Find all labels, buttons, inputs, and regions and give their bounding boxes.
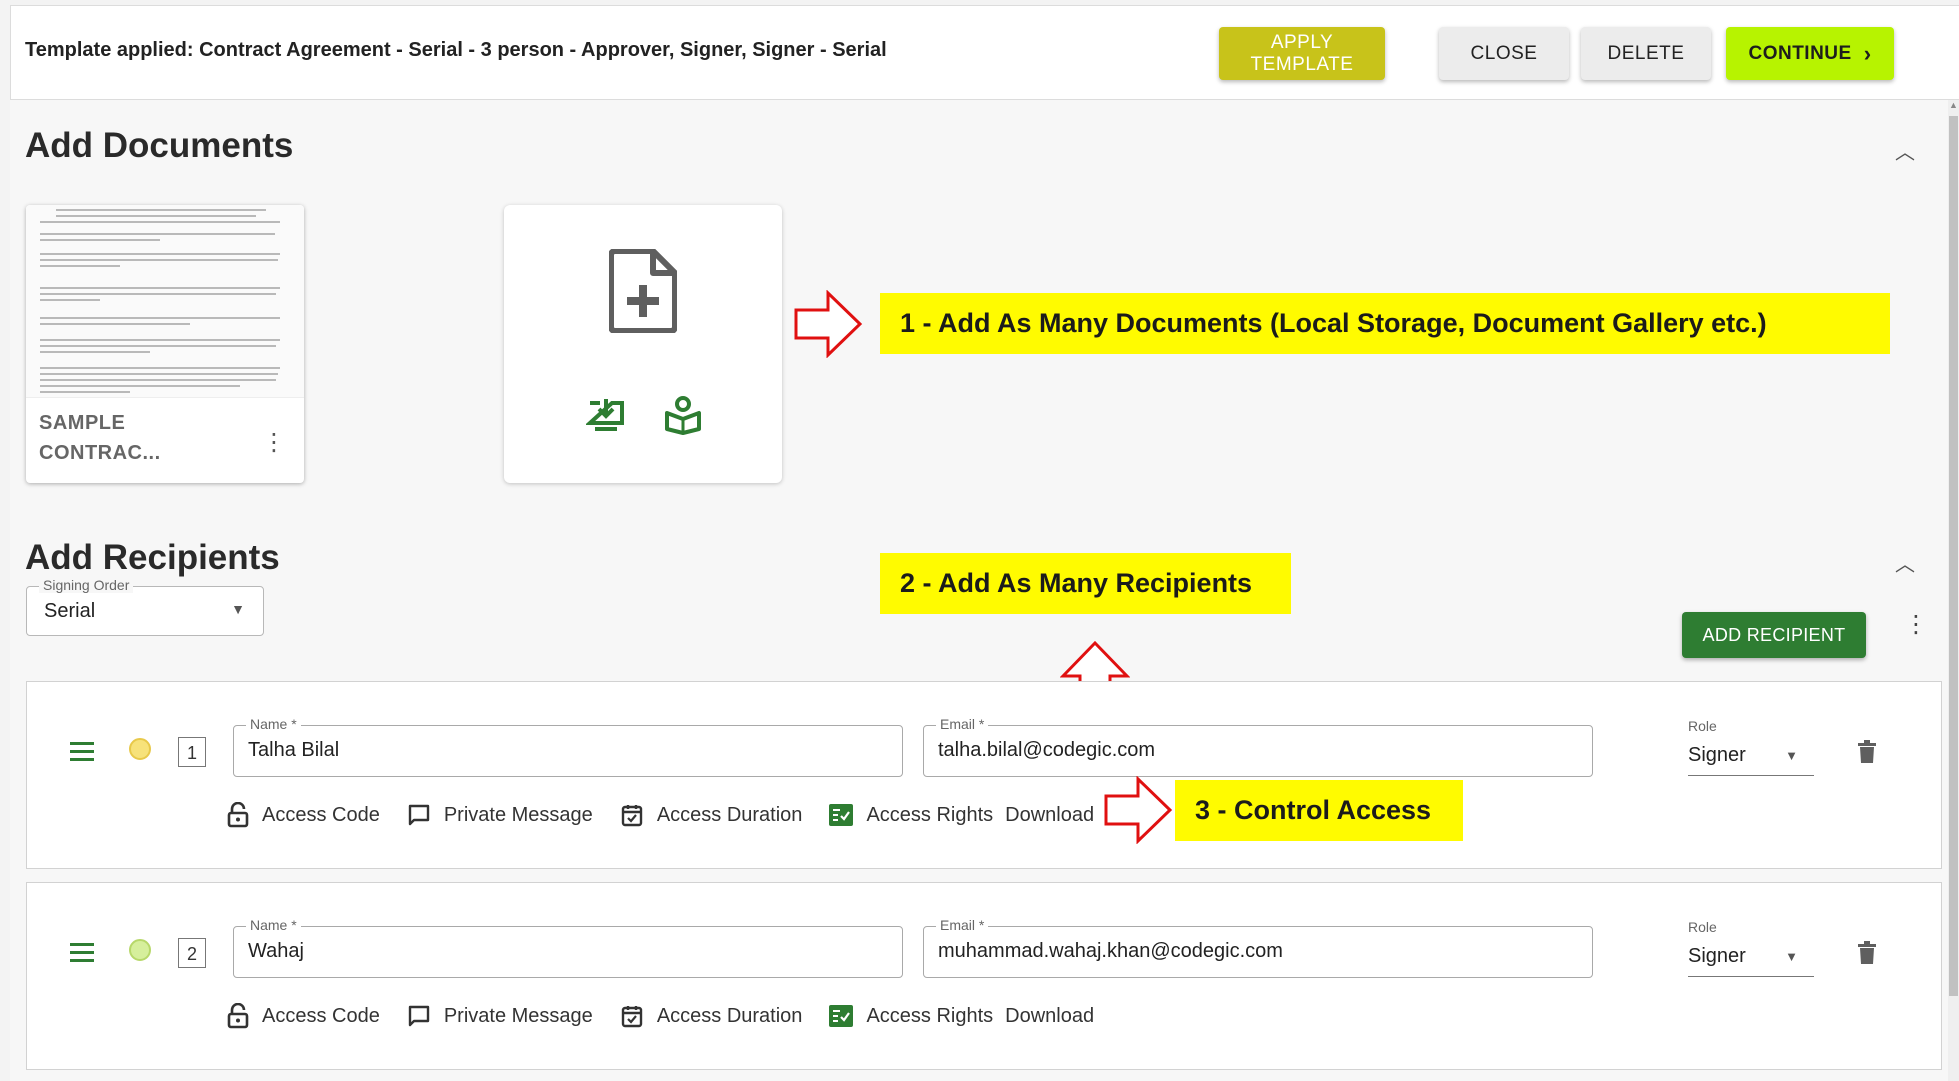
access-code-label: Access Code xyxy=(262,803,380,826)
status-indicator xyxy=(129,738,151,760)
email-value: talha.bilal@codegic.com xyxy=(938,739,1156,761)
document-name-line2: CONTRAC... xyxy=(39,442,161,464)
role-value: Signer xyxy=(1688,945,1746,967)
add-document-card xyxy=(504,205,782,483)
annotation-callout-1: 1 - Add As Many Documents (Local Storage… xyxy=(880,293,1890,354)
access-code-option[interactable]: Access Code xyxy=(227,1003,380,1029)
recipient-name-field[interactable]: Name * Talha Bilal xyxy=(233,716,903,777)
lock-open-icon xyxy=(227,1003,249,1029)
rights-check-icon xyxy=(829,1005,854,1027)
dropdown-arrow-icon: ▼ xyxy=(231,601,245,617)
role-label: Role xyxy=(1688,718,1717,734)
document-thumbnail xyxy=(26,205,304,398)
role-value: Signer xyxy=(1688,744,1746,766)
template-applied-text: Template applied: Contract Agreement - S… xyxy=(25,39,887,61)
signing-order-select[interactable]: Signing Order Serial ▼ xyxy=(26,577,264,636)
name-value: Talha Bilal xyxy=(248,739,340,761)
name-label: Name * xyxy=(246,917,301,933)
continue-button-label: CONTINUE xyxy=(1748,42,1852,64)
dropdown-arrow-icon: ▼ xyxy=(1785,748,1798,763)
access-duration-label: Access Duration xyxy=(656,803,803,826)
scroll-up-icon[interactable]: ▲ xyxy=(1948,100,1959,112)
document-gallery-icon[interactable] xyxy=(664,395,702,440)
file-add-icon[interactable] xyxy=(608,248,678,338)
recipient-order: 1 xyxy=(178,737,206,767)
access-rights-label: Access Rights xyxy=(866,1004,994,1027)
annotation-arrow-right-3 xyxy=(1104,775,1174,849)
role-select[interactable]: Signer ▼ xyxy=(1688,740,1814,776)
apply-template-button[interactable]: APPLY TEMPLATE xyxy=(1219,27,1385,80)
calendar-check-icon xyxy=(620,803,644,827)
name-value: Wahaj xyxy=(248,940,304,962)
access-duration-label: Access Duration xyxy=(656,1004,803,1027)
private-message-label: Private Message xyxy=(443,1004,593,1027)
add-recipients-title: Add Recipients xyxy=(25,538,280,577)
continue-button[interactable]: CONTINUE › xyxy=(1726,27,1894,80)
recipient-email-field[interactable]: Email * muhammad.wahaj.khan@codegic.com xyxy=(923,917,1593,978)
close-button[interactable]: CLOSE xyxy=(1439,27,1569,80)
recipients-more-icon[interactable]: ⋮ xyxy=(1904,613,1928,637)
signing-order-value: Serial xyxy=(44,600,96,622)
dropdown-arrow-icon: ▼ xyxy=(1785,949,1798,964)
document-more-icon[interactable]: ⋮ xyxy=(262,431,286,455)
access-duration-option[interactable]: Access Duration xyxy=(620,803,803,827)
scrollbar-thumb[interactable] xyxy=(1949,116,1958,996)
private-message-option[interactable]: Private Message xyxy=(407,1004,593,1028)
download-option[interactable]: Download xyxy=(1005,1005,1094,1028)
role-label: Role xyxy=(1688,919,1717,935)
status-indicator xyxy=(129,939,151,961)
annotation-callout-2: 2 - Add As Many Recipients xyxy=(880,553,1291,614)
private-message-label: Private Message xyxy=(443,803,593,826)
lock-open-icon xyxy=(227,802,249,828)
message-icon xyxy=(407,803,431,827)
name-label: Name * xyxy=(246,716,301,732)
access-rights-option[interactable]: Access Rights xyxy=(829,804,1005,827)
access-rights-label: Access Rights xyxy=(866,803,994,826)
access-options-row: Access Code Private Message Access Durat… xyxy=(227,1001,1094,1031)
access-rights-option[interactable]: Access Rights xyxy=(829,1005,1005,1028)
download-option[interactable]: Download xyxy=(1005,804,1094,827)
recipient-name-field[interactable]: Name * Wahaj xyxy=(233,917,903,978)
delete-button[interactable]: DELETE xyxy=(1581,27,1711,80)
document-name: SAMPLE CONTRAC... xyxy=(39,408,239,468)
message-icon xyxy=(407,1004,431,1028)
document-name-line1: SAMPLE xyxy=(39,412,126,434)
document-card[interactable]: SAMPLE CONTRAC... ⋮ xyxy=(26,205,304,483)
collapse-documents-icon[interactable]: ︿ xyxy=(1890,136,1920,165)
private-message-option[interactable]: Private Message xyxy=(407,803,593,827)
rights-check-icon xyxy=(829,804,854,826)
email-label: Email * xyxy=(936,917,989,933)
vertical-scrollbar[interactable]: ▲ xyxy=(1948,100,1959,1081)
recipient-card-2: 2 Name * Wahaj Email * muhammad.wahaj.kh… xyxy=(26,882,1942,1070)
drag-handle-icon[interactable] xyxy=(70,742,94,766)
email-value: muhammad.wahaj.khan@codegic.com xyxy=(938,940,1283,962)
annotation-callout-3: 3 - Control Access xyxy=(1175,780,1463,841)
collapse-recipients-icon[interactable]: ︿ xyxy=(1890,548,1920,577)
recipient-order: 2 xyxy=(178,938,206,968)
access-options-row: Access Code Private Message Access Durat… xyxy=(227,800,1094,830)
delete-recipient-icon[interactable] xyxy=(1857,941,1877,970)
calendar-check-icon xyxy=(620,1004,644,1028)
main-content: Add Documents ︿ SAMPLE CONTRAC... ⋮ 1 - … xyxy=(10,100,1948,1081)
access-duration-option[interactable]: Access Duration xyxy=(620,1004,803,1028)
signing-order-label: Signing Order xyxy=(39,577,134,593)
recipient-card-1: 1 Name * Talha Bilal Email * talha.bilal… xyxy=(26,681,1942,869)
recipient-email-field[interactable]: Email * talha.bilal@codegic.com xyxy=(923,716,1593,777)
top-bar: Template applied: Contract Agreement - S… xyxy=(10,5,1959,100)
drag-handle-icon[interactable] xyxy=(70,943,94,967)
chevron-right-icon: › xyxy=(1863,40,1872,66)
access-code-label: Access Code xyxy=(262,1004,380,1027)
add-documents-title: Add Documents xyxy=(25,126,294,165)
email-label: Email * xyxy=(936,716,989,732)
download-to-device-icon[interactable] xyxy=(584,397,626,438)
delete-recipient-icon[interactable] xyxy=(1857,740,1877,769)
role-select[interactable]: Signer ▼ xyxy=(1688,941,1814,977)
access-code-option[interactable]: Access Code xyxy=(227,802,380,828)
annotation-arrow-right-1 xyxy=(794,289,864,363)
add-recipient-button[interactable]: ADD RECIPIENT xyxy=(1682,612,1866,658)
